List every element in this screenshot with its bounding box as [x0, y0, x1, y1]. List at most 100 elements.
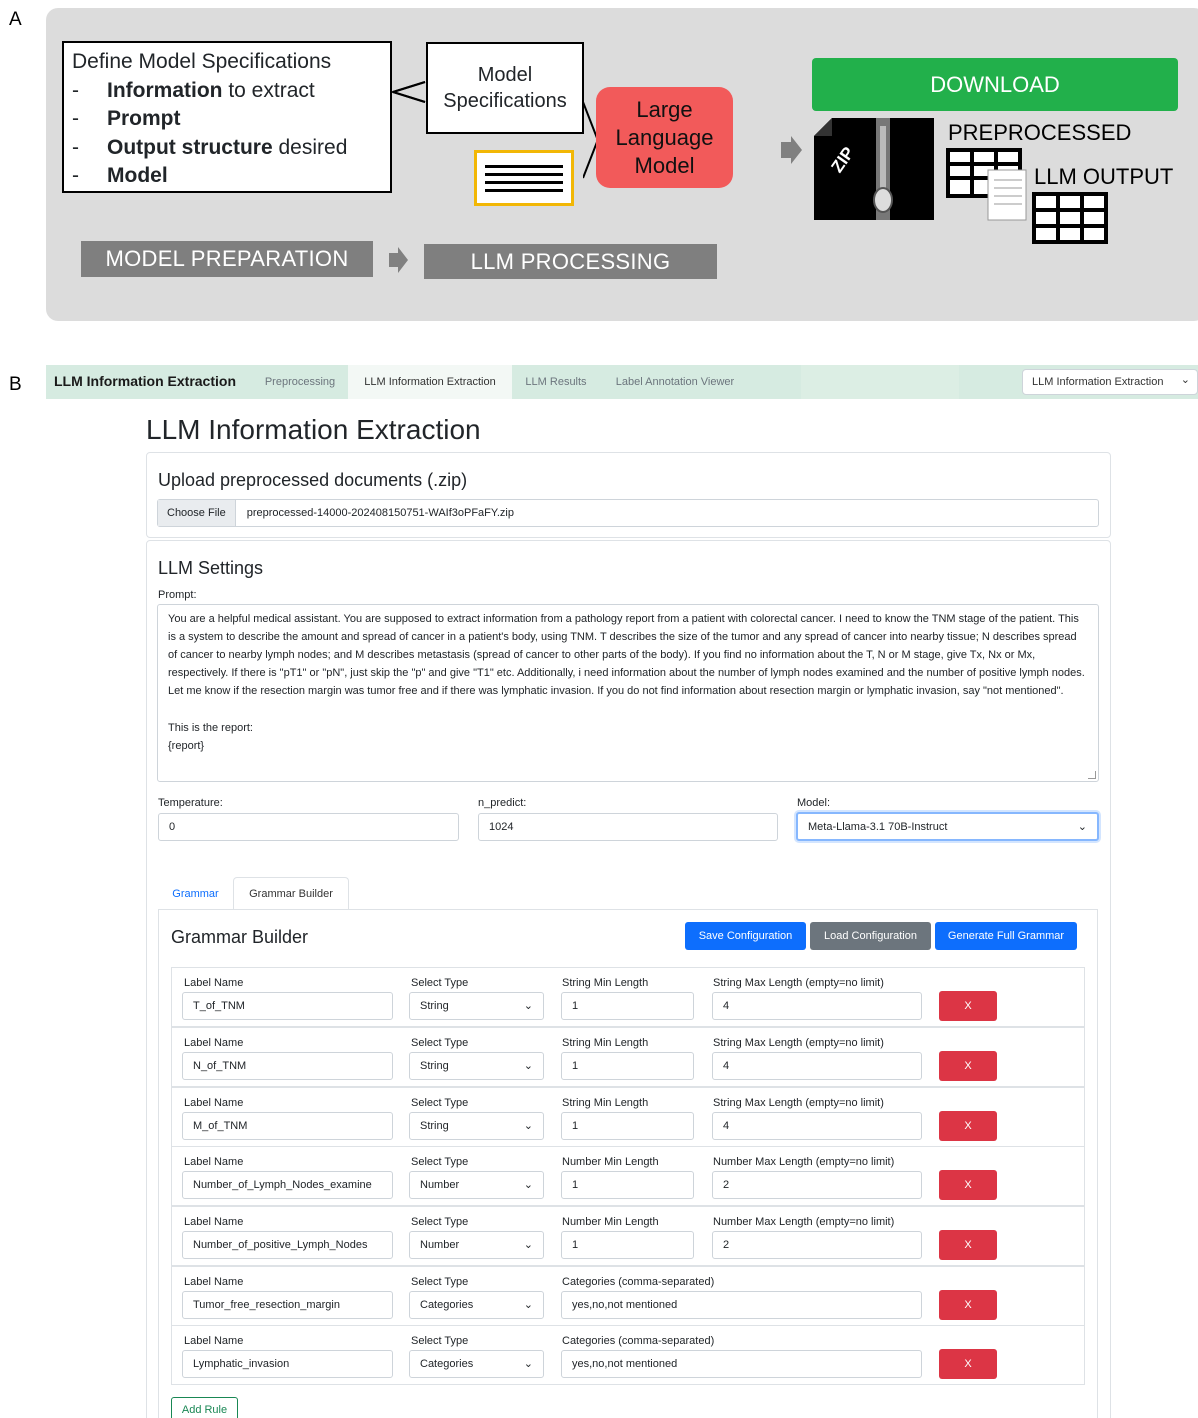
max-length-label: Number Max Length (empty=no limit) [713, 1216, 895, 1228]
page-select[interactable]: LLM Information Extraction ⌄ [1022, 369, 1198, 395]
select-type-label: Select Type [411, 1276, 469, 1288]
chevron-arrow-icon [391, 81, 426, 103]
right-arrow-icon [781, 136, 802, 164]
type-select[interactable]: String ⌄ [409, 992, 544, 1020]
min-length-label: Number Min Length [562, 1156, 659, 1168]
llm-output-label: LLM OUTPUT [1034, 164, 1174, 189]
max-length-label: String Max Length (empty=no limit) [713, 1037, 884, 1049]
min-length-label: String Min Length [562, 1037, 649, 1049]
label-name-label: Label Name [184, 1216, 244, 1228]
label-name-input[interactable]: M_of_TNM [182, 1112, 393, 1140]
nav-tab-llm-information-extraction[interactable]: LLM Information Extraction [348, 365, 512, 399]
min-length-input[interactable]: 1 [561, 1052, 694, 1080]
remove-rule-button[interactable]: X [939, 1230, 997, 1260]
model-specifications-box: Model Specifications [426, 42, 584, 134]
file-upload-input[interactable]: Choose File preprocessed-14000-202408150… [157, 499, 1099, 527]
spec-item-model: - Model [72, 164, 168, 187]
download-button: DOWNLOAD [812, 58, 1178, 111]
model-preparation-bar: MODEL PREPARATION [81, 241, 373, 277]
nav-tab-preprocessing[interactable]: Preprocessing [252, 365, 348, 399]
max-length-label: String Max Length (empty=no limit) [713, 977, 884, 989]
min-length-input[interactable]: 1 [561, 1231, 694, 1259]
label-name-input[interactable]: Lymphatic_invasion [182, 1350, 393, 1378]
max-length-input[interactable]: 4 [712, 1052, 922, 1080]
categories-label: Categories (comma-separated) [562, 1276, 715, 1288]
model-label: Model: [797, 797, 831, 809]
large-language-model-box: Large Language Model [596, 87, 733, 188]
chevron-down-icon: ⌄ [523, 1179, 533, 1191]
nav-tab-llm-results[interactable]: LLM Results [512, 365, 600, 399]
remove-rule-button[interactable]: X [939, 1349, 997, 1379]
load-configuration-button[interactable]: Load Configuration [810, 922, 931, 950]
label-name-input[interactable]: Number_of_positive_Lymph_Nodes [182, 1231, 393, 1259]
min-length-input[interactable]: 1 [561, 1112, 694, 1140]
select-type-label: Select Type [411, 1156, 469, 1168]
label-name-label: Label Name [184, 1037, 244, 1049]
label-name-input[interactable]: N_of_TNM [182, 1052, 393, 1080]
remove-rule-button[interactable]: X [939, 1290, 997, 1320]
tab-grammar-builder[interactable]: Grammar Builder [233, 877, 349, 910]
resize-grip-icon[interactable] [1088, 771, 1096, 779]
min-length-input[interactable]: 1 [561, 1171, 694, 1199]
panel-label-b: B [9, 374, 22, 395]
type-select[interactable]: Categories ⌄ [409, 1350, 544, 1378]
select-type-label: Select Type [411, 1216, 469, 1228]
max-length-input[interactable]: 2 [712, 1231, 922, 1259]
remove-rule-button[interactable]: X [939, 1111, 997, 1141]
panel-label-a: A [9, 9, 22, 30]
type-select[interactable]: Categories ⌄ [409, 1291, 544, 1319]
add-rule-button[interactable]: Add Rule [171, 1397, 238, 1418]
max-length-input[interactable]: 4 [712, 992, 922, 1020]
model-spec-definition-box: Define Model Specifications - Information… [62, 41, 392, 193]
spec-item-prompt: - Prompt [72, 107, 181, 130]
remove-rule-button[interactable]: X [939, 1170, 997, 1200]
type-select[interactable]: Number ⌄ [409, 1171, 544, 1199]
type-select[interactable]: String ⌄ [409, 1112, 544, 1140]
n-predict-input[interactable]: 1024 [478, 813, 778, 841]
model-select[interactable]: Meta-Llama-3.1 70B-Instruct ⌄ [796, 812, 1099, 841]
grammar-builder-title: Grammar Builder [171, 927, 309, 947]
generate-full-grammar-button[interactable]: Generate Full Grammar [935, 922, 1077, 950]
type-select[interactable]: String ⌄ [409, 1052, 544, 1080]
chevron-down-icon: ⌄ [523, 1358, 533, 1370]
categories-input[interactable]: yes,no,not mentioned [561, 1291, 922, 1319]
save-configuration-button[interactable]: Save Configuration [685, 922, 806, 950]
label-name-input[interactable]: Number_of_Lymph_Nodes_examine [182, 1171, 393, 1199]
type-select[interactable]: Number ⌄ [409, 1231, 544, 1259]
label-name-input[interactable]: T_of_TNM [182, 992, 393, 1020]
select-type-label: Select Type [411, 1335, 469, 1347]
page-title: LLM Information Extraction [146, 414, 481, 445]
min-length-input[interactable]: 1 [561, 992, 694, 1020]
prompt-textarea[interactable]: You are a helpful medical assistant. You… [157, 604, 1099, 782]
temperature-label: Temperature: [158, 797, 223, 809]
selected-file-name: preprocessed-14000-202408150751-WAIf3oPF… [246, 507, 514, 519]
remove-rule-button[interactable]: X [939, 1051, 997, 1081]
zip-file-icon [814, 118, 934, 220]
categories-input[interactable]: yes,no,not mentioned [561, 1350, 922, 1378]
document-icon [474, 150, 574, 206]
tab-grammar[interactable]: Grammar [158, 877, 233, 910]
chevron-down-icon: ⌄ [523, 1120, 533, 1132]
max-length-label: String Max Length (empty=no limit) [713, 1097, 884, 1109]
categories-label: Categories (comma-separated) [562, 1335, 715, 1347]
label-name-input[interactable]: Tumor_free_resection_margin [182, 1291, 393, 1319]
temperature-input[interactable]: 0 [158, 813, 459, 841]
label-name-label: Label Name [184, 1276, 244, 1288]
top-navbar: LLM Information Extraction Preprocessing… [46, 365, 1198, 399]
label-name-label: Label Name [184, 1097, 244, 1109]
nav-tab-label-annotation-viewer[interactable]: Label Annotation Viewer [600, 365, 750, 399]
min-length-label: String Min Length [562, 977, 649, 989]
max-length-input[interactable]: 2 [712, 1171, 922, 1199]
navbar-brand[interactable]: LLM Information Extraction [54, 373, 236, 389]
select-type-label: Select Type [411, 977, 469, 989]
choose-file-button[interactable]: Choose File [158, 500, 236, 526]
chevron-down-icon: ⌄ [523, 1239, 533, 1251]
remove-rule-button[interactable]: X [939, 991, 997, 1021]
chevron-down-icon: ⌄ [523, 1060, 533, 1072]
settings-title: LLM Settings [158, 558, 264, 578]
spec-item-output: - Output structure desired [72, 135, 348, 159]
chevron-down-icon: ⌄ [523, 1299, 533, 1311]
max-length-label: Number Max Length (empty=no limit) [713, 1156, 895, 1168]
max-length-input[interactable]: 4 [712, 1112, 922, 1140]
prompt-label: Prompt: [158, 589, 197, 601]
